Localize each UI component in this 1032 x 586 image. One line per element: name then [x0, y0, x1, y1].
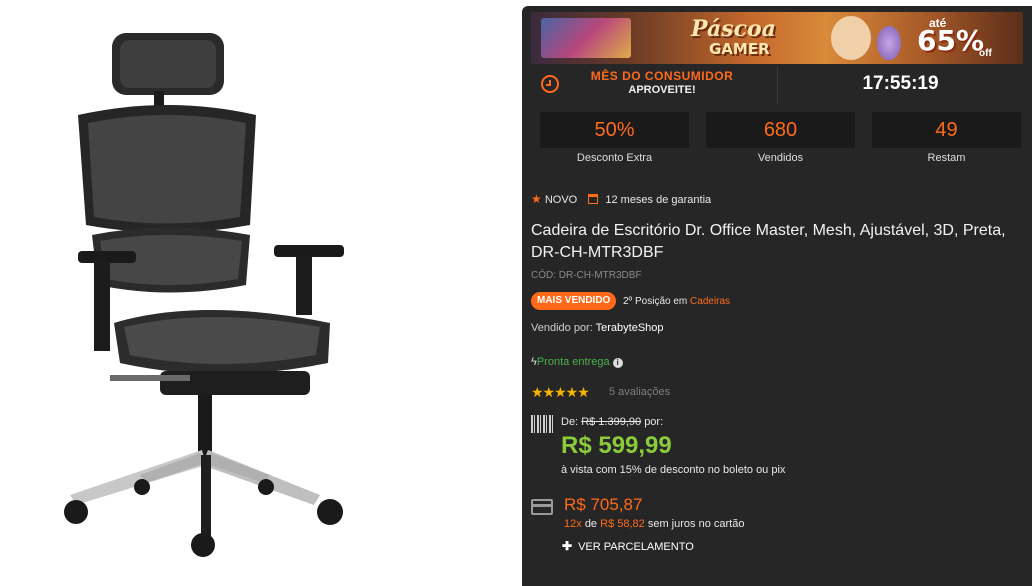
stock-status: ϟPronta entrega i — [531, 356, 623, 368]
banner-off: off — [979, 48, 992, 59]
banner-egg — [877, 26, 901, 60]
product-title: Cadeira de Escritório Dr. Office Master,… — [531, 222, 1006, 261]
info-icon[interactable]: i — [612, 358, 623, 368]
promo-stats: 50% Desconto Extra 680 Vendidos 49 Resta… — [540, 112, 1022, 172]
promo-countdown-bar: MÊS DO CONSUMIDOR APROVEITE! 17:55:19 — [531, 66, 1023, 104]
seller-label: Vendido por: — [531, 322, 593, 334]
garantia-label: 12 meses de garantia — [605, 194, 712, 206]
banner-subtitle: GAMER — [709, 40, 770, 58]
stat-value: 50% — [540, 112, 689, 148]
installment-count: 12x — [564, 518, 582, 530]
old-price: R$ 1.399,90 — [581, 416, 642, 428]
stat-value: 49 — [872, 112, 1021, 148]
star-icon: ★ — [531, 192, 542, 206]
cash-note: à vista com 15% de desconto no boleto ou… — [561, 464, 786, 476]
banner-art — [541, 18, 631, 58]
product-image-area — [0, 0, 520, 586]
installment-de: de — [584, 518, 598, 530]
banner-percent: 65% — [917, 24, 985, 57]
old-price-line: De: R$ 1.399,90 por: — [561, 416, 663, 428]
ranking-position: 2º Posição em Cadeiras — [623, 296, 730, 307]
product-panel: Páscoa GAMER até 65% off MÊS DO CONSUMID… — [522, 6, 1032, 586]
calendar-icon — [588, 194, 599, 204]
clock-icon — [541, 75, 559, 93]
ranking-text: 2º Posição em — [623, 296, 688, 307]
card-price: R$ 705,87 — [564, 495, 643, 514]
barcode-icon — [531, 415, 553, 433]
credit-card-icon — [531, 499, 553, 515]
plus-icon: ✚ — [562, 539, 573, 553]
cash-price: R$ 599,99 — [561, 432, 672, 459]
stat-label: Restam — [927, 152, 966, 164]
reviews-link[interactable]: 5 avaliações — [609, 386, 670, 398]
promo-title: MÊS DO CONSUMIDOR — [590, 69, 734, 83]
de-label: De: — [561, 416, 579, 428]
product-tags: ★ NOVO 12 meses de garantia — [531, 192, 711, 206]
installment-note: sem juros no cartão — [647, 518, 745, 530]
product-image-chair[interactable] — [50, 25, 370, 565]
best-seller-badge: MAIS VENDIDO — [531, 292, 617, 310]
promo-subtitle: APROVEITE! — [628, 84, 696, 96]
stat-restam: 49 Restam — [872, 112, 1021, 164]
stat-vendidos: 680 Vendidos — [706, 112, 855, 164]
installment-value: R$ 58,82 — [600, 518, 645, 530]
product-code: CÓD: DR-CH-MTR3DBF — [531, 270, 642, 281]
stock-text: Pronta entrega — [536, 356, 610, 368]
por-label: por: — [644, 416, 664, 428]
ver-parcelamento-button[interactable]: ✚ VER PARCELAMENTO — [562, 539, 694, 553]
banner-title: Páscoa — [691, 16, 776, 42]
stat-desconto: 50% Desconto Extra — [540, 112, 689, 164]
stat-label: Vendidos — [757, 152, 804, 164]
promo-banner[interactable]: Páscoa GAMER até 65% off — [531, 12, 1023, 64]
category-link[interactable]: Cadeiras — [690, 296, 730, 307]
stat-label: Desconto Extra — [576, 152, 653, 164]
countdown-timer: 17:55:19 — [862, 73, 939, 94]
banner-character — [831, 16, 871, 60]
stat-value: 680 — [706, 112, 855, 148]
promo-label-area: MÊS DO CONSUMIDOR APROVEITE! — [531, 66, 778, 104]
ver-parcelamento-label: VER PARCELAMENTO — [578, 541, 694, 553]
installment-info: 12x de R$ 58,82 sem juros no cartão — [564, 518, 744, 530]
seller-name: TerabyteShop — [595, 322, 664, 334]
novo-label: NOVO — [544, 194, 578, 206]
seller-info: Vendido por: TerabyteShop — [531, 322, 664, 334]
rating-stars[interactable]: ★★★★★ — [531, 384, 590, 401]
